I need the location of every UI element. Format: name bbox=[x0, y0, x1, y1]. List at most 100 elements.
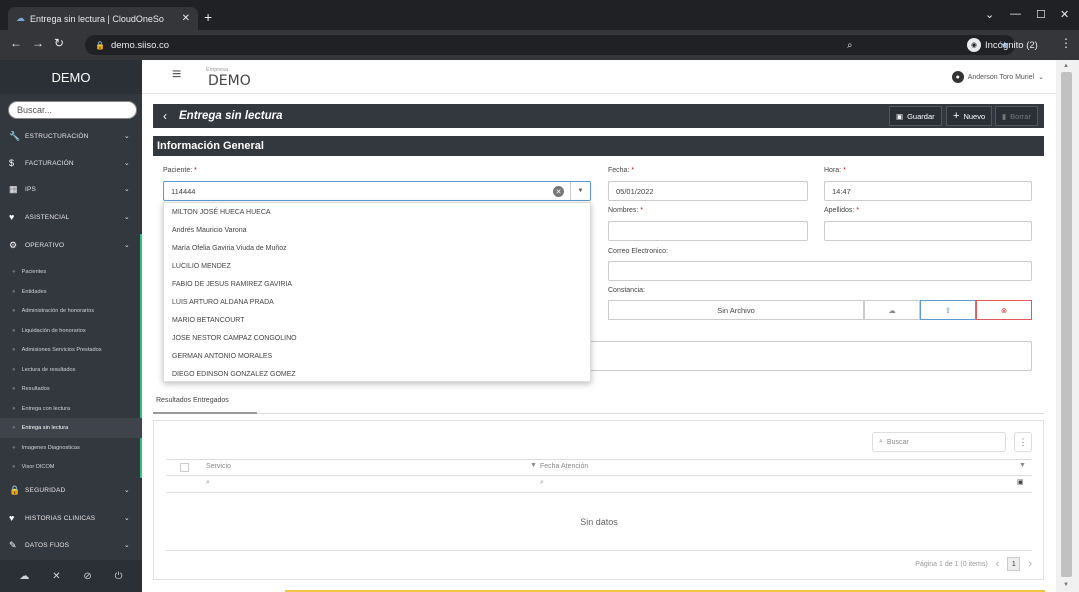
dropdown-option[interactable]: DIEGO EDINSON GONZALEZ GOMEZ bbox=[164, 365, 592, 383]
sidebar-subitem-liquidacion[interactable]: ● Liquidación de honorarios bbox=[0, 321, 142, 341]
delete-button[interactable]: ▮ Borrar bbox=[995, 106, 1038, 126]
new-button[interactable]: + Nuevo bbox=[946, 106, 993, 126]
settings-icon[interactable]: ⊘ bbox=[83, 571, 91, 582]
paciente-dropdown-list: MILTON JOSÉ HUECA HUECA Andrés Mauricio … bbox=[163, 202, 591, 382]
sidebar-item-operativo[interactable]: ⚙ OPERATIVO ⌄ bbox=[0, 232, 142, 258]
sidebar-search-input[interactable]: Buscar... bbox=[8, 101, 137, 119]
fecha-value: 05/01/2022 bbox=[616, 186, 654, 196]
user-menu[interactable]: ● Anderson Toro Muriel ⌄ bbox=[951, 71, 1044, 83]
forward-icon[interactable]: → bbox=[32, 36, 44, 50]
sidebar-subitem-entrega-con-lectura[interactable]: ● Entrega con lectura bbox=[0, 399, 142, 419]
back-arrow-icon[interactable]: ‹ bbox=[163, 109, 167, 123]
dropdown-option[interactable]: María Ofelia Gaviria Viuda de Muñoz bbox=[164, 239, 592, 257]
close-tab-icon[interactable]: ✕ bbox=[182, 13, 190, 24]
dropdown-option[interactable]: JOSE NESTOR CAMPAZ CONGOLINO bbox=[164, 329, 592, 347]
sidebar-subitem-entrega-sin-lectura[interactable]: ● Entrega sin lectura bbox=[0, 418, 142, 438]
grid-options-button[interactable]: ⋮ bbox=[1014, 432, 1032, 452]
sidebar-subitem-label: Resultados bbox=[21, 385, 50, 392]
dropdown-option[interactable]: MARIO BETANCOURT bbox=[164, 311, 592, 329]
trash-icon: ▮ bbox=[1002, 111, 1007, 121]
browser-menu-icon[interactable]: ⋮ bbox=[1060, 36, 1072, 50]
dropdown-option[interactable]: GERMAN ANTONIO MORALES bbox=[164, 347, 592, 365]
filter-icon[interactable]: ▼ bbox=[1019, 462, 1026, 469]
page-number-button[interactable]: 1 bbox=[1007, 557, 1021, 571]
sidebar-subitem-admin-honorarios[interactable]: ● Administración de honorarios bbox=[0, 301, 142, 321]
save-button[interactable]: ▣ Guardar bbox=[889, 106, 942, 126]
sidebar-subitem-label: Visor DICOM bbox=[21, 463, 55, 470]
filter-servicio-icon[interactable]: ⌕ bbox=[206, 479, 210, 487]
tab-resultados-entregados[interactable]: Resultados Entregados bbox=[153, 388, 257, 414]
power-icon[interactable]: ⏻ bbox=[115, 571, 123, 582]
new-tab-icon[interactable]: + bbox=[204, 9, 212, 25]
sidebar-item-asistencial[interactable]: ♥ ASISTENCIAL ⌄ bbox=[0, 204, 142, 230]
tab-search-icon[interactable]: ⌄ bbox=[985, 8, 994, 21]
sidebar-subitem-resultados[interactable]: ● Resultados bbox=[0, 379, 142, 399]
clear-icon[interactable]: ✕ bbox=[553, 186, 564, 197]
reload-icon[interactable]: ↻ bbox=[54, 36, 64, 50]
scroll-up-icon[interactable]: ▲ bbox=[1063, 63, 1069, 69]
sidebar-item-estructuracion[interactable]: 🔧 ESTRUCTURACIÓN ⌄ bbox=[0, 123, 142, 149]
url-input[interactable]: 🔒 demo.siiso.co ⌕ ★ bbox=[85, 35, 1015, 55]
menu-toggle-icon[interactable]: ≡ bbox=[172, 66, 181, 84]
minimize-icon[interactable]: — bbox=[1010, 8, 1021, 20]
prev-page-icon[interactable]: ‹ bbox=[996, 558, 1000, 570]
dropdown-option[interactable]: LUCILIO MENDEZ bbox=[164, 257, 592, 275]
sidebar-item-label: IPS bbox=[25, 185, 37, 193]
remove-file-button[interactable]: ⊗ bbox=[976, 300, 1032, 320]
upload-button[interactable]: ⇧ bbox=[920, 300, 976, 320]
dot-icon: ● bbox=[12, 444, 16, 451]
incognito-icon: ◉ bbox=[967, 38, 981, 52]
plus-icon: + bbox=[953, 110, 960, 122]
dropdown-arrow-icon[interactable]: ▼ bbox=[570, 182, 590, 200]
sidebar-subitem-label: Pacientes bbox=[21, 268, 47, 275]
dropdown-option[interactable]: LUIS ARTURO ALDANA PRADA bbox=[164, 293, 592, 311]
next-page-icon[interactable]: › bbox=[1028, 558, 1032, 570]
sidebar-subitem-lectura-resultados[interactable]: ● Lectura de resultados bbox=[0, 360, 142, 380]
column-fecha-atencion[interactable]: Fecha Atención bbox=[540, 463, 588, 470]
sidebar-item-datos-fijos[interactable]: ✎ DATOS FIJOS ⌄ bbox=[0, 532, 142, 558]
grid-empty-body: Sin datos bbox=[166, 493, 1032, 551]
section-title: Información General bbox=[153, 136, 1044, 156]
fecha-input[interactable]: 05/01/2022 bbox=[608, 181, 808, 201]
sidebar-item-historias[interactable]: ♥ HISTORIAS CLINICAS ⌄ bbox=[0, 505, 142, 531]
grid-pager: Página 1 de 1 (0 items) ‹ 1 › bbox=[915, 557, 1032, 571]
filter-icon[interactable]: ▼ bbox=[530, 462, 537, 469]
maximize-icon[interactable]: ☐ bbox=[1036, 8, 1046, 21]
nombres-input[interactable] bbox=[608, 221, 808, 241]
correo-label: Correo Electronico: bbox=[608, 248, 668, 255]
paciente-value: 114444 bbox=[171, 186, 196, 196]
calendar-icon[interactable]: ▣ bbox=[1017, 478, 1024, 486]
apellidos-input[interactable] bbox=[824, 221, 1032, 241]
tools-icon[interactable]: ✕ bbox=[52, 571, 60, 582]
column-servicio[interactable]: Servicio bbox=[206, 463, 231, 470]
cloud-download-button[interactable]: ☁ bbox=[864, 300, 920, 320]
url-text: demo.siiso.co bbox=[110, 39, 170, 51]
incognito-indicator[interactable]: ◉ Incógnito (2) bbox=[967, 35, 1038, 55]
filter-fecha-icon[interactable]: ⌕ bbox=[540, 479, 544, 487]
dropdown-option[interactable]: MILTON JOSÉ HUECA HUECA bbox=[164, 203, 592, 221]
dropdown-option[interactable]: Andrés Mauricio Varona bbox=[164, 221, 592, 239]
cloud-icon[interactable]: ☁ bbox=[19, 571, 29, 582]
sidebar-subitem-imagenes[interactable]: ● Imagenes Diagnosticas bbox=[0, 438, 142, 458]
sidebar-item-facturacion[interactable]: $ FACTURACIÓN ⌄ bbox=[0, 150, 142, 176]
sidebar-subitem-admisiones[interactable]: ● Admisiones Servicios Prestados bbox=[0, 340, 142, 360]
select-all-checkbox[interactable] bbox=[180, 463, 189, 472]
paciente-combobox[interactable]: 114444 ✕ ▼ bbox=[163, 181, 591, 201]
scroll-down-icon[interactable]: ▼ bbox=[1063, 582, 1069, 588]
sidebar-subitem-visor-dicom[interactable]: ● Visor DICOM bbox=[0, 457, 142, 477]
close-window-icon[interactable]: ✕ bbox=[1060, 8, 1069, 21]
back-icon[interactable]: ← bbox=[10, 36, 22, 50]
browser-tab[interactable]: ☁ Entrega sin lectura | CloudOneSo ✕ bbox=[8, 7, 198, 30]
dropdown-option[interactable]: FABIO DE JESUS RAMIREZ GAVIRIA bbox=[164, 275, 592, 293]
grid-search-input[interactable]: ⌕ Buscar bbox=[872, 432, 1006, 452]
hora-input[interactable]: 14:47 bbox=[824, 181, 1032, 201]
sidebar-item-seguridad[interactable]: 🔒 SEGURIDAD ⌄ bbox=[0, 477, 142, 503]
correo-input[interactable] bbox=[608, 261, 1032, 281]
empty-message: Sin datos bbox=[580, 516, 618, 527]
scrollbar-thumb[interactable] bbox=[1061, 72, 1072, 577]
zoom-icon[interactable]: ⌕ bbox=[847, 40, 852, 51]
sidebar-item-ips[interactable]: ▦ IPS ⌄ bbox=[0, 176, 142, 202]
sidebar-item-label: ASISTENCIAL bbox=[25, 213, 70, 221]
sidebar-subitem-entidades[interactable]: ● Entidades bbox=[0, 282, 142, 302]
sidebar-subitem-pacientes[interactable]: ● Pacientes bbox=[0, 262, 142, 282]
